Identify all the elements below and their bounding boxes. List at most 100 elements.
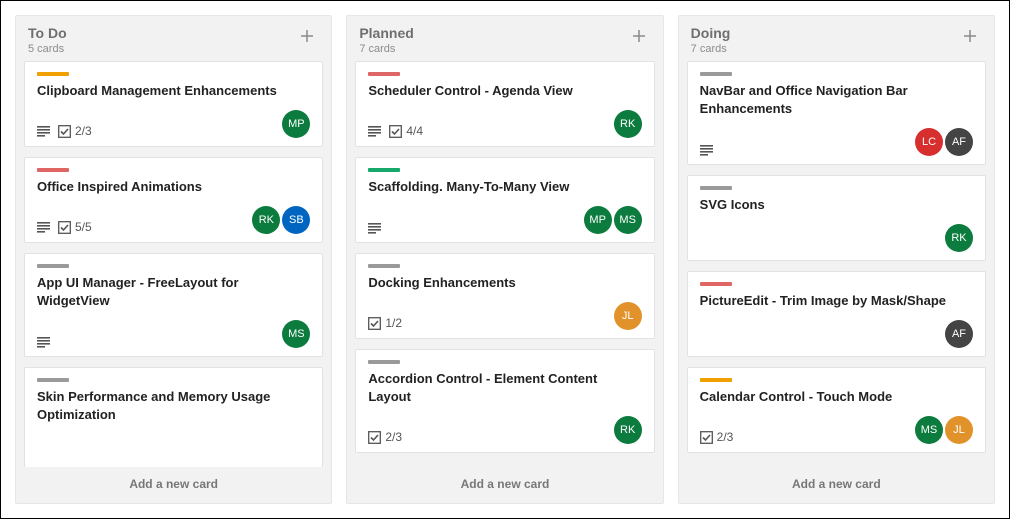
card[interactable]: Calendar Control - Touch Mode 2/3 MSJL xyxy=(687,367,986,453)
card-title: App UI Manager - FreeLayout for WidgetVi… xyxy=(37,274,310,310)
add-card-footer[interactable]: Add a new card xyxy=(347,467,662,503)
card-avatars: RK xyxy=(612,110,642,138)
card-label-stripe xyxy=(700,282,732,286)
column-title: Doing xyxy=(691,24,731,42)
meta-description xyxy=(37,126,50,137)
card-footer: MPMS xyxy=(368,206,641,234)
card-title: NavBar and Office Navigation Bar Enhance… xyxy=(700,82,973,118)
checklist-icon xyxy=(58,221,71,234)
card-avatars: JL xyxy=(612,302,642,330)
avatar[interactable]: MP xyxy=(584,206,612,234)
card-label-stripe xyxy=(368,168,400,172)
description-icon xyxy=(37,222,50,233)
avatar[interactable]: AF xyxy=(945,320,973,348)
card[interactable]: Clipboard Management Enhancements 2/3 MP xyxy=(24,61,323,147)
add-card-footer[interactable]: Add a new card xyxy=(679,467,994,503)
column-title: Planned xyxy=(359,24,413,42)
card-footer xyxy=(37,434,310,462)
card-avatars: MPMS xyxy=(582,206,642,234)
checklist-icon xyxy=(389,125,402,138)
cards-list[interactable]: Clipboard Management Enhancements2/3MPOf… xyxy=(16,61,331,467)
card[interactable]: Accordion Control - Element Content Layo… xyxy=(355,349,654,453)
cards-list[interactable]: Scheduler Control - Agenda View 4/4 RK Scaf… xyxy=(347,61,662,467)
avatar[interactable]: AF xyxy=(945,128,973,156)
add-card-button[interactable] xyxy=(958,24,982,48)
avatar[interactable]: RK xyxy=(614,110,642,138)
card-title: Skin Performance and Memory Usage Optimi… xyxy=(37,388,310,424)
card-footer: 4/4 RK xyxy=(368,110,641,138)
meta-description xyxy=(37,337,50,348)
card-label-stripe xyxy=(368,360,400,364)
cards-list[interactable]: NavBar and Office Navigation Bar Enhance… xyxy=(679,61,994,467)
avatar[interactable]: MP xyxy=(282,110,310,138)
card-title: Scheduler Control - Agenda View xyxy=(368,82,641,100)
avatar[interactable]: RK xyxy=(614,416,642,444)
meta-description xyxy=(368,126,381,137)
avatar[interactable]: MS xyxy=(282,320,310,348)
checklist-count: 2/3 xyxy=(717,430,734,444)
card-avatars: LCAF xyxy=(913,128,973,156)
card-avatars: MSJL xyxy=(913,416,973,444)
column: Planned7 cardsScheduler Control - Agenda… xyxy=(346,15,663,504)
card-title: Clipboard Management Enhancements xyxy=(37,82,310,100)
avatar[interactable]: LC xyxy=(915,128,943,156)
card-meta xyxy=(700,145,713,156)
card-footer: 2/3 MP xyxy=(37,110,310,138)
description-icon xyxy=(700,145,713,156)
meta-description xyxy=(37,222,50,233)
meta-description xyxy=(700,145,713,156)
card-meta: 2/3 xyxy=(368,430,402,444)
card-footer: 2/3 MSJL xyxy=(700,416,973,444)
card-meta xyxy=(37,337,50,348)
card[interactable]: PictureEdit - Trim Image by Mask/ShapeAF xyxy=(687,271,986,357)
card-meta xyxy=(368,223,381,234)
description-icon xyxy=(368,126,381,137)
avatar[interactable]: RK xyxy=(252,206,280,234)
card-label-stripe xyxy=(37,378,69,382)
avatar[interactable]: RK xyxy=(945,224,973,252)
card-label-stripe xyxy=(37,264,69,268)
column: Doing7 cards NavBar and Office Navigation… xyxy=(678,15,995,504)
meta-checklist: 4/4 xyxy=(389,124,423,138)
avatar[interactable]: JL xyxy=(614,302,642,330)
avatar[interactable]: SB xyxy=(282,206,310,234)
card-title: Docking Enhancements xyxy=(368,274,641,292)
meta-checklist: 2/3 xyxy=(368,430,402,444)
checklist-count: 2/3 xyxy=(75,124,92,138)
add-card-button[interactable] xyxy=(627,24,651,48)
add-card-button[interactable] xyxy=(295,24,319,48)
card[interactable]: NavBar and Office Navigation Bar Enhance… xyxy=(687,61,986,165)
card-avatars: RK xyxy=(943,224,973,252)
card[interactable]: Skin Performance and Memory Usage Optimi… xyxy=(24,367,323,467)
card-title: Calendar Control - Touch Mode xyxy=(700,388,973,406)
card-label-stripe xyxy=(368,264,400,268)
card-avatars: RKSB xyxy=(250,206,310,234)
avatar[interactable]: MS xyxy=(614,206,642,234)
checklist-icon xyxy=(368,431,381,444)
meta-checklist: 5/5 xyxy=(58,220,92,234)
meta-checklist: 1/2 xyxy=(368,316,402,330)
card-avatars: RK xyxy=(612,416,642,444)
checklist-count: 1/2 xyxy=(385,316,402,330)
card[interactable]: Scaffolding. Many-To-Many ViewMPMS xyxy=(355,157,654,243)
checklist-icon xyxy=(700,431,713,444)
column-header: Doing7 cards xyxy=(679,16,994,61)
card-footer: RK xyxy=(700,224,973,252)
description-icon xyxy=(37,126,50,137)
column: To Do5 cardsClipboard Management Enhance… xyxy=(15,15,332,504)
card[interactable]: App UI Manager - FreeLayout for WidgetVi… xyxy=(24,253,323,357)
card-meta: 2/3 xyxy=(37,124,92,138)
card[interactable]: SVG IconsRK xyxy=(687,175,986,261)
card-label-stripe xyxy=(700,378,732,382)
description-icon xyxy=(37,337,50,348)
checklist-icon xyxy=(368,317,381,330)
card[interactable]: Docking Enhancements 1/2 JL xyxy=(355,253,654,339)
card[interactable]: Office Inspired Animations5/5RKSB xyxy=(24,157,323,243)
card-label-stripe xyxy=(37,72,69,76)
card[interactable]: Scheduler Control - Agenda View 4/4 RK xyxy=(355,61,654,147)
avatar[interactable]: JL xyxy=(945,416,973,444)
add-card-footer[interactable]: Add a new card xyxy=(16,467,331,503)
avatar[interactable]: MS xyxy=(915,416,943,444)
column-count: 5 cards xyxy=(28,43,67,55)
card-meta: 5/5 xyxy=(37,220,92,234)
